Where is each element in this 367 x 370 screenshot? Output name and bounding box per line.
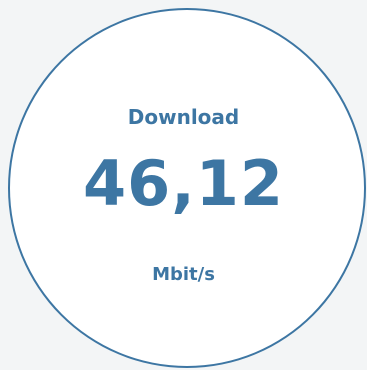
speed-unit: Mbit/s: [152, 264, 215, 285]
download-speed-value: 46,12: [82, 147, 285, 220]
download-label: Download: [127, 105, 240, 129]
